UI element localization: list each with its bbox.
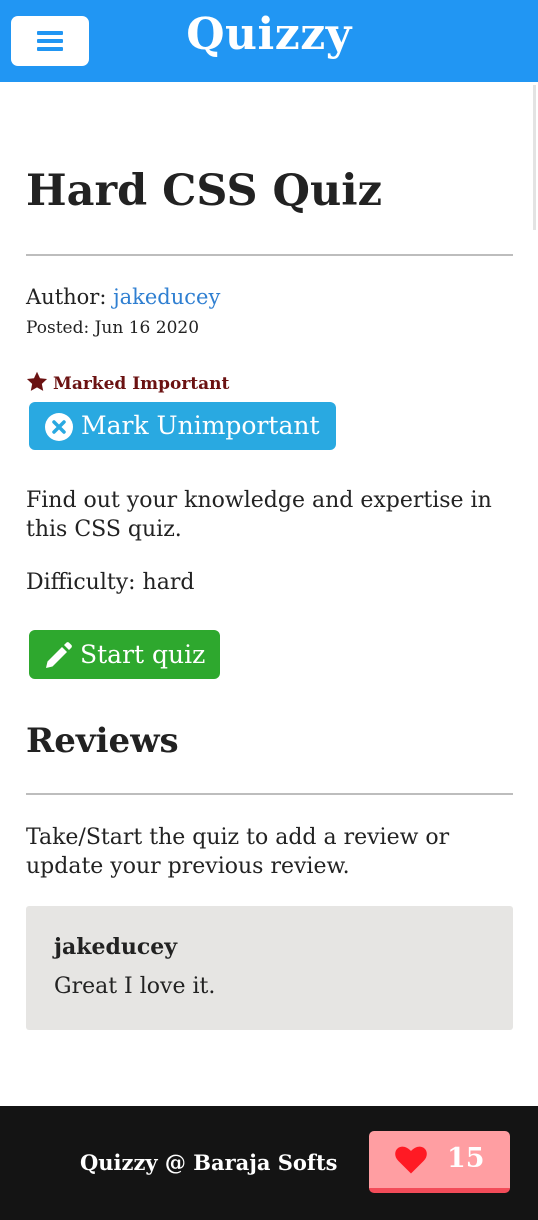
review-card: jakeducey Great I love it. — [26, 906, 513, 1030]
important-badge: Marked Important — [26, 371, 229, 394]
app-brand[interactable]: Quizzy — [0, 9, 538, 60]
scrollbar[interactable] — [533, 85, 536, 230]
quiz-difficulty: Difficulty: hard — [26, 570, 195, 595]
review-author: jakeducey — [54, 934, 178, 960]
pencil-icon — [46, 642, 72, 668]
quiz-description: Find out your knowledge and expertise in… — [26, 488, 492, 542]
posted-date: Posted: Jun 16 2020 — [26, 318, 200, 338]
like-button[interactable]: 15 — [369, 1131, 510, 1193]
footer-credit: Quizzy @ Baraja Softs — [80, 1150, 338, 1175]
mark-unimportant-label: Mark Unimportant — [81, 411, 320, 440]
star-icon — [26, 371, 48, 391]
reviews-heading: Reviews — [26, 721, 179, 761]
reviews-divider — [26, 793, 513, 795]
title-divider — [26, 254, 513, 256]
page-footer: Quizzy @ Baraja Softs 15 — [0, 1106, 538, 1220]
like-count: 15 — [447, 1143, 485, 1174]
close-circle-icon — [45, 413, 73, 441]
author-label: Author: — [26, 285, 107, 309]
important-label: Marked Important — [53, 374, 230, 394]
app-header: Quizzy — [0, 0, 538, 82]
review-note: Take/Start the quiz to add a review or u… — [26, 825, 450, 879]
start-quiz-button[interactable]: Start quiz — [29, 630, 220, 679]
start-quiz-label: Start quiz — [80, 640, 206, 669]
mark-unimportant-button[interactable]: Mark Unimportant — [29, 402, 336, 450]
author-line: Author: jakeducey — [26, 285, 220, 309]
author-link[interactable]: jakeducey — [113, 285, 220, 309]
heart-icon — [395, 1146, 427, 1174]
page-title: Hard CSS Quiz — [26, 166, 383, 216]
review-text: Great I love it. — [54, 974, 216, 999]
